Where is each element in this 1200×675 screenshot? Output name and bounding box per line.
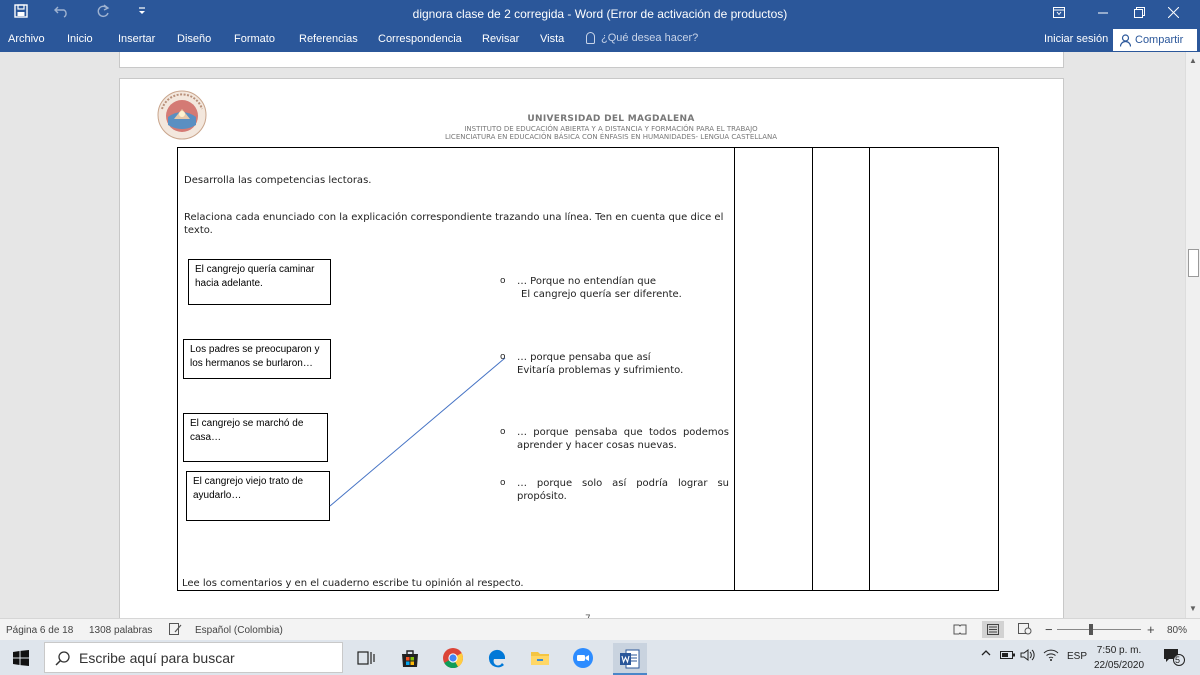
zoom-in-button[interactable]: + xyxy=(1147,622,1155,637)
status-bar: Página 6 de 18 1308 palabras Español (Co… xyxy=(0,618,1200,640)
footer-instruction: Lee los comentarios y en el cuaderno esc… xyxy=(182,578,524,589)
chevron-up-icon[interactable] xyxy=(981,649,991,660)
chrome-icon[interactable] xyxy=(442,647,464,669)
wifi-icon[interactable] xyxy=(1043,649,1059,664)
notifications-count: 5 xyxy=(1175,655,1181,665)
search-icon xyxy=(55,651,70,666)
taskbar-search-box[interactable]: Escribe aquí para buscar xyxy=(44,642,343,673)
web-layout-icon[interactable] xyxy=(1018,623,1032,638)
proofing-icon[interactable] xyxy=(169,623,183,638)
windows-start-icon[interactable] xyxy=(0,640,44,675)
undo-icon[interactable] xyxy=(54,4,70,21)
bullet: o xyxy=(500,478,506,488)
option-line: … porque pensaba que así xyxy=(517,352,651,363)
option-line: … Porque no entendían que xyxy=(517,276,657,287)
document-page[interactable]: UNIVERSIDAD DEL MAGDALENA INSTITUTO DE E… xyxy=(119,78,1064,618)
institute-name: INSTITUTO DE EDUCACIÓN ABIERTA Y A DISTA… xyxy=(464,125,758,133)
word-count[interactable]: 1308 palabras xyxy=(89,625,152,636)
word-window: dignora clase de 2 corregida - Word (Err… xyxy=(0,0,1200,675)
tab-referencias[interactable]: Referencias xyxy=(299,33,358,45)
share-label: Compartir xyxy=(1135,34,1184,46)
zoom-slider-thumb[interactable] xyxy=(1089,624,1093,635)
redo-icon[interactable] xyxy=(96,4,110,21)
print-layout-icon[interactable] xyxy=(982,621,1004,638)
option-item: … porque pensaba que así Evitaría proble… xyxy=(517,351,729,377)
clock-date: 22/05/2020 xyxy=(1094,660,1145,671)
volume-icon[interactable] xyxy=(1020,649,1036,664)
clock-time: 7:50 p. m. xyxy=(1096,645,1142,656)
table-divider xyxy=(869,148,870,590)
store-icon[interactable] xyxy=(399,647,421,669)
page-count[interactable]: Página 6 de 18 xyxy=(6,625,73,636)
share-button[interactable]: Compartir xyxy=(1113,29,1197,51)
option-item: propósito. xyxy=(517,490,729,503)
university-name: UNIVERSIDAD DEL MAGDALENA xyxy=(527,114,695,124)
bullet: o xyxy=(500,427,506,437)
program-name: LICENCIATURA EN EDUCACIÓN BÁSICA CON ÉNF… xyxy=(444,133,778,141)
tab-revisar[interactable]: Revisar xyxy=(482,33,519,45)
scrollbar-thumb[interactable] xyxy=(1188,249,1199,277)
tab-diseno[interactable]: Diseño xyxy=(177,33,211,45)
zoom-app-icon[interactable] xyxy=(572,647,594,669)
window-title: dignora clase de 2 corregida - Word (Err… xyxy=(412,7,788,21)
table-divider xyxy=(734,148,735,590)
ribbon-display-options-icon[interactable] xyxy=(1036,3,1082,25)
zoom-slider[interactable] xyxy=(1057,629,1141,630)
taskbar: Escribe aquí para buscar ESP 7:50 p. m. … xyxy=(0,640,1200,675)
tell-me-search[interactable]: ¿Qué desea hacer? xyxy=(586,32,699,45)
vertical-scrollbar[interactable]: ▲ ▼ xyxy=(1185,52,1200,618)
word-taskbar-icon[interactable] xyxy=(613,643,647,675)
tab-inicio[interactable]: Inicio xyxy=(67,33,93,45)
scroll-down-icon[interactable]: ▼ xyxy=(1189,604,1197,613)
edge-icon[interactable] xyxy=(486,647,508,669)
notifications-icon[interactable] xyxy=(1163,648,1185,669)
option-item: … Porque no entendían que El cangrejo qu… xyxy=(517,275,729,301)
option-line: … porque pensaba que todos podemos xyxy=(517,427,729,438)
tell-me-label: ¿Qué desea hacer? xyxy=(601,32,699,44)
zoom-level[interactable]: 80% xyxy=(1167,625,1187,636)
sign-in-link[interactable]: Iniciar sesión xyxy=(1044,33,1108,45)
tab-formato[interactable]: Formato xyxy=(234,33,275,45)
scroll-up-icon[interactable]: ▲ xyxy=(1189,56,1197,65)
university-seal-icon xyxy=(156,89,208,141)
title-bar: dignora clase de 2 corregida - Word (Err… xyxy=(0,0,1200,28)
search-placeholder: Escribe aquí para buscar xyxy=(79,650,235,666)
option-item: … porque pensaba que todos podemos xyxy=(517,426,729,439)
bullet: o xyxy=(500,276,506,286)
close-button[interactable] xyxy=(1150,3,1196,25)
zoom-out-button[interactable]: − xyxy=(1045,622,1053,637)
previous-page-bottom xyxy=(119,52,1064,68)
ribbon-tabs: Archivo Inicio Insertar Diseño Formato R… xyxy=(0,28,1200,52)
option-line: Evitaría problemas y sufrimiento. xyxy=(517,365,684,376)
task-view-icon[interactable] xyxy=(355,647,377,669)
table-divider xyxy=(812,148,813,590)
document-canvas[interactable]: UNIVERSIDAD DEL MAGDALENA INSTITUTO DE E… xyxy=(0,52,1185,618)
activity-table: Desarrolla las competencias lectoras. Re… xyxy=(177,147,999,591)
bullet: o xyxy=(500,352,506,362)
option-line: aprender y hacer cosas nuevas. xyxy=(517,440,677,451)
tab-correspondencia[interactable]: Correspondencia xyxy=(378,33,462,45)
battery-icon[interactable] xyxy=(1000,650,1016,663)
option-line: … porque solo así podría lograr su xyxy=(517,478,729,489)
language-indicator[interactable]: Español (Colombia) xyxy=(195,625,283,636)
option-item: aprender y hacer cosas nuevas. xyxy=(517,439,729,452)
option-item: … porque solo así podría lograr su xyxy=(517,477,729,490)
save-icon[interactable] xyxy=(14,4,28,21)
clock[interactable]: 7:50 p. m. 22/05/2020 xyxy=(1094,643,1144,673)
option-line: propósito. xyxy=(517,491,567,502)
lightbulb-icon xyxy=(586,32,595,45)
tab-vista[interactable]: Vista xyxy=(540,33,564,45)
read-mode-icon[interactable] xyxy=(953,623,967,638)
tab-insertar[interactable]: Insertar xyxy=(118,33,155,45)
document-header: UNIVERSIDAD DEL MAGDALENA INSTITUTO DE E… xyxy=(380,114,842,141)
file-explorer-icon[interactable] xyxy=(529,647,551,669)
customize-quick-access-icon[interactable] xyxy=(138,7,146,18)
tab-archivo[interactable]: Archivo xyxy=(8,33,45,45)
person-icon xyxy=(1119,33,1132,47)
option-line: El cangrejo quería ser diferente. xyxy=(521,289,682,300)
input-language[interactable]: ESP xyxy=(1067,651,1087,662)
